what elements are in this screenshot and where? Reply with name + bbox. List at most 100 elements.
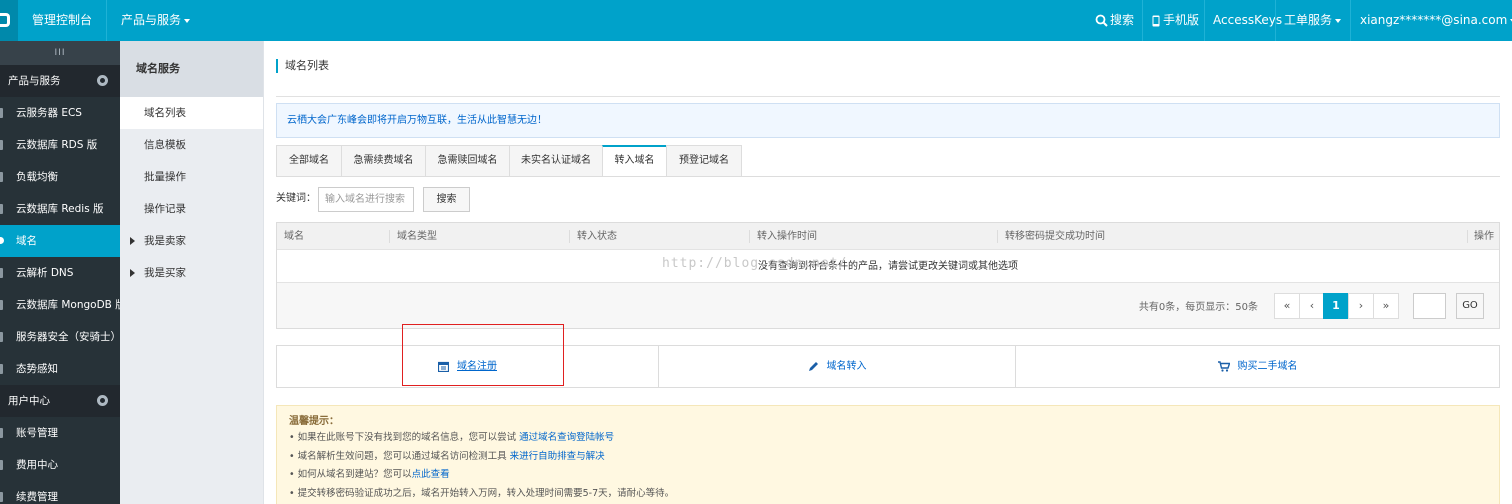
subnav-item-templates[interactable]: 信息模板 <box>120 129 263 161</box>
sidebar-section-products: 产品与服务 <box>0 65 120 97</box>
sidebar-toggle[interactable]: III <box>0 41 120 65</box>
billing-icon <box>0 460 3 470</box>
sidebar-item-account[interactable]: 账号管理 <box>0 417 120 449</box>
subnav-item-log[interactable]: 操作记录 <box>120 193 263 225</box>
sidebar-item-slb[interactable]: 负载均衡 <box>0 161 120 193</box>
sidebar-item-label: 续费管理 <box>16 491 58 503</box>
domain-table: 域名 域名类型 转入状态 转入操作时间 转移密码提交成功时间 操作 没有查询到符… <box>276 222 1500 329</box>
sidebar-item-domain[interactable]: 域名 <box>0 225 120 257</box>
sidebar-item-label: 云数据库 RDS 版 <box>16 139 98 151</box>
column-header: 操作 <box>1474 231 1494 242</box>
tip-link[interactable]: 点此查看 <box>412 469 450 480</box>
tab-unverified[interactable]: 未实名认证域名 <box>509 145 603 177</box>
sidebar-section-label: 产品与服务 <box>8 75 61 87</box>
sidebar-item-ecs[interactable]: 云服务器 ECS <box>0 97 120 129</box>
pager-last-button[interactable]: » <box>1373 293 1399 319</box>
pager-page-button[interactable]: 1 <box>1323 293 1349 319</box>
subnav-item-seller[interactable]: 我是卖家 <box>120 225 263 257</box>
shield-icon <box>0 332 3 342</box>
logo-icon[interactable] <box>0 0 18 41</box>
sidebar-item-rds[interactable]: 云数据库 RDS 版 <box>0 129 120 161</box>
sidebar-item-mongodb[interactable]: 云数据库 MongoDB 版 <box>0 289 126 321</box>
page-title: 域名列表 <box>276 59 329 73</box>
tip-link[interactable]: 来进行自助排查与解决 <box>510 451 605 462</box>
buy-used-domain-link[interactable]: 购买二手域名 <box>1016 346 1499 387</box>
subnav-item-label: 批量操作 <box>144 171 186 183</box>
sidebar-item-security[interactable]: 服务器安全（安骑士） <box>0 321 121 353</box>
chevron-down-icon <box>184 18 191 23</box>
accesskeys-link[interactable]: AccessKeys <box>1213 0 1282 41</box>
tip-text: • 域名解析生效问题，您可以通过域名访问检测工具 <box>289 450 510 462</box>
mobile-link-label: 手机版 <box>1163 13 1200 27</box>
tab-renew-urgent[interactable]: 急需续费域名 <box>341 145 426 177</box>
globe-icon <box>0 237 4 244</box>
caret-right-icon <box>130 269 135 277</box>
subnav-item-label: 我是买家 <box>144 267 186 279</box>
sidebar-item-renewal[interactable]: 续费管理 <box>0 481 120 504</box>
redis-icon <box>0 204 3 214</box>
domain-subnav: 域名服务 域名列表 信息模板 批量操作 操作记录 我是卖家 我是买家 <box>120 41 264 504</box>
search-icon <box>1095 14 1108 27</box>
tip-line: • 提交转移密码验证成功之后，域名开始转入万网，转入处理时间需要5-7天，请耐心… <box>289 485 1499 504</box>
radar-icon <box>0 364 3 374</box>
divider <box>1350 0 1351 41</box>
search-link[interactable]: 搜索 <box>1095 0 1134 41</box>
top-navbar: 管理控制台 产品与服务 搜索 手机版 AccessKeys 工单服务 xiang… <box>0 0 1512 41</box>
search-button[interactable]: 搜索 <box>423 187 470 212</box>
sidebar-item-label: 云数据库 MongoDB 版 <box>16 299 126 311</box>
sidebar-item-label: 态势感知 <box>16 363 58 375</box>
sidebar-item-dns[interactable]: 云解析 DNS <box>0 257 120 289</box>
main-content: 域名列表 云栖大会广东峰会即将开启万物互联，生活从此智慧无边！ 全部域名 急需续… <box>264 41 1512 504</box>
watermark: http://blog.csdn.net/ <box>662 256 848 271</box>
user-menu[interactable]: xiangz*******@sina.com <box>1360 0 1512 41</box>
pager-prev-button[interactable]: ‹ <box>1299 293 1325 319</box>
tab-all-domains[interactable]: 全部域名 <box>276 145 342 177</box>
tab-redeem-urgent[interactable]: 急需赎回域名 <box>425 145 510 177</box>
sidebar-item-situation[interactable]: 态势感知 <box>0 353 120 385</box>
page-number-input[interactable] <box>1413 293 1446 319</box>
sidebar-section-label: 用户中心 <box>8 395 50 407</box>
subnav-item-label: 我是卖家 <box>144 235 186 247</box>
keyword-label: 关键词： <box>276 193 316 204</box>
search-link-label: 搜索 <box>1110 13 1135 27</box>
account-icon <box>0 428 3 438</box>
renewal-icon <box>0 492 3 502</box>
load-balancer-icon <box>0 172 3 182</box>
sidebar-item-redis[interactable]: 云数据库 Redis 版 <box>0 193 120 225</box>
tip-link[interactable]: 通过域名查询登陆帐号 <box>519 432 614 443</box>
go-button[interactable]: GO <box>1456 293 1484 319</box>
tip-line: • 如果在此账号下没有找到您的域名信息，您可以尝试 通过域名查询登陆帐号 <box>289 429 1499 448</box>
sidebar-section-user: 用户中心 <box>0 385 120 417</box>
divider <box>1204 0 1205 41</box>
subnav-item-label: 操作记录 <box>144 203 186 215</box>
sidebar-item-label: 服务器安全（安骑士） <box>16 331 121 343</box>
subnav-item-label: 信息模板 <box>144 139 186 151</box>
subnav-item-batch[interactable]: 批量操作 <box>120 161 263 193</box>
keyword-search-input[interactable] <box>318 187 414 212</box>
pager-first-button[interactable]: « <box>1274 293 1300 319</box>
pager-info: 共有0条，每页显示：50条 <box>1138 302 1258 313</box>
tab-pre-registered[interactable]: 预登记域名 <box>666 145 742 177</box>
gear-icon[interactable] <box>97 395 108 406</box>
chevron-down-icon <box>1335 18 1342 23</box>
divider <box>569 230 570 243</box>
column-header: 域名类型 <box>397 231 437 242</box>
tickets-menu[interactable]: 工单服务 <box>1284 0 1342 41</box>
pager-next-button[interactable]: › <box>1348 293 1374 319</box>
sidebar-item-label: 负载均衡 <box>16 171 58 183</box>
sidebar-item-billing[interactable]: 费用中心 <box>0 449 120 481</box>
divider <box>276 176 1500 177</box>
sidebar-item-label: 费用中心 <box>16 459 58 471</box>
column-header: 转入状态 <box>577 231 617 242</box>
subnav-item-domain-list[interactable]: 域名列表 <box>120 97 263 129</box>
subnav-item-buyer[interactable]: 我是买家 <box>120 257 263 289</box>
mobile-link[interactable]: 手机版 <box>1152 0 1199 41</box>
products-menu[interactable]: 产品与服务 <box>121 0 191 41</box>
tip-text: • 如何从域名到建站？您可以 <box>289 469 412 480</box>
sidebar-item-label: 账号管理 <box>16 427 58 439</box>
gear-icon[interactable] <box>97 75 108 86</box>
announcement-banner[interactable]: 云栖大会广东峰会即将开启万物互联，生活从此智慧无边！ <box>276 103 1500 138</box>
console-link[interactable]: 管理控制台 <box>32 0 92 41</box>
transfer-domain-link[interactable]: 域名转入 <box>659 346 1015 387</box>
tab-transfer-in[interactable]: 转入域名 <box>602 145 667 177</box>
